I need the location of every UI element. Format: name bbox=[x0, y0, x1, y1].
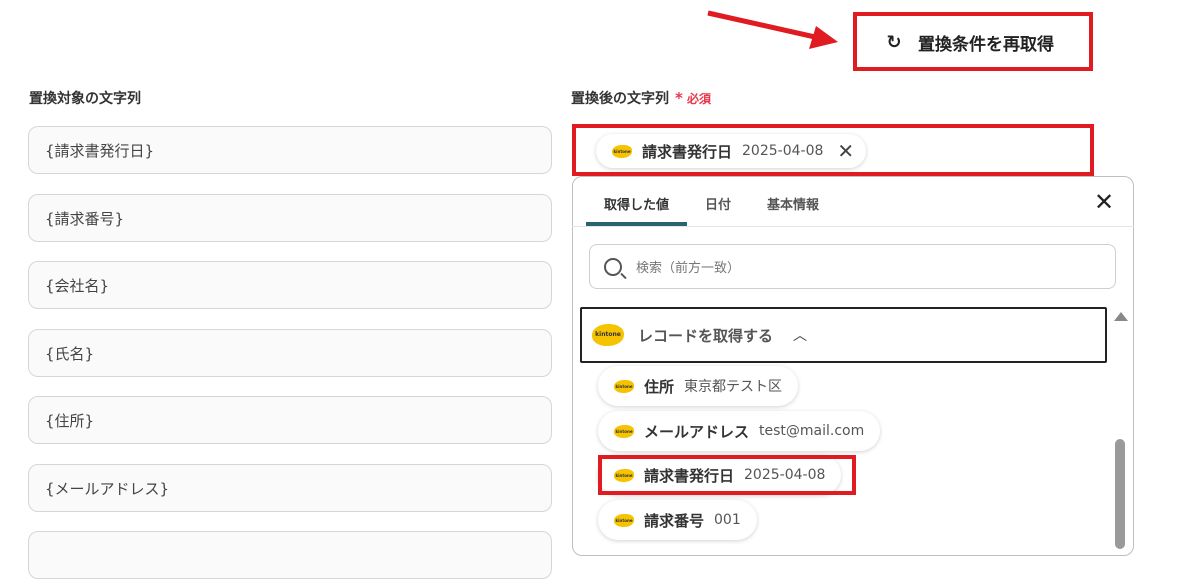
kintone-icon: kintone bbox=[614, 513, 634, 527]
search-input[interactable]: 検索（前方一致） bbox=[589, 244, 1116, 289]
field-value: {会社名} bbox=[45, 276, 110, 295]
replace-source-field[interactable]: {請求書発行日} bbox=[28, 126, 552, 174]
chip-value: 2025-04-08 bbox=[742, 143, 824, 159]
field-value: {氏名} bbox=[45, 344, 95, 363]
kintone-icon: kintone bbox=[614, 424, 634, 438]
kintone-icon: kintone bbox=[612, 144, 632, 158]
remove-chip-icon[interactable]: ✕ bbox=[837, 139, 854, 163]
field-value: {メールアドレス} bbox=[45, 479, 170, 498]
item-highlight bbox=[598, 455, 856, 495]
search-placeholder: 検索（前方一致） bbox=[636, 261, 741, 276]
replace-source-field[interactable]: {請求番号} bbox=[28, 194, 552, 242]
scroll-up-arrow[interactable] bbox=[1114, 312, 1128, 321]
item-name: メールアドレス bbox=[644, 422, 750, 441]
item-value: 001 bbox=[714, 512, 741, 528]
field-value: {請求番号} bbox=[45, 209, 125, 228]
picker-tabs: 取得した値 日付 基本情報 bbox=[586, 186, 837, 226]
tab-basic-info[interactable]: 基本情報 bbox=[749, 186, 837, 226]
list-item[interactable]: kintone メールアドレス test@mail.com bbox=[598, 411, 881, 451]
scrollbar-thumb[interactable] bbox=[1115, 439, 1125, 549]
arrow-head-refetch bbox=[809, 26, 838, 49]
search-icon bbox=[604, 257, 622, 276]
kintone-icon: kintone bbox=[592, 324, 624, 346]
required-text: 必須 bbox=[687, 92, 712, 106]
item-value: test@mail.com bbox=[759, 423, 865, 439]
tab-divider bbox=[572, 226, 1134, 227]
refresh-icon: ↻ bbox=[886, 32, 902, 53]
field-value: {住所} bbox=[45, 411, 95, 430]
group-title: レコードを取得する bbox=[638, 326, 774, 345]
item-name: 請求番号 bbox=[644, 511, 705, 530]
tab-fetched-values[interactable]: 取得した値 bbox=[586, 186, 688, 226]
field-value: {請求書発行日} bbox=[45, 141, 155, 160]
close-icon[interactable]: ✕ bbox=[1094, 188, 1114, 216]
required-badge: * 必須 bbox=[675, 89, 712, 107]
left-section-label: 置換対象の文字列 bbox=[29, 91, 141, 107]
replace-source-field[interactable]: {会社名} bbox=[28, 261, 552, 309]
right-section-label-text: 置換後の文字列 bbox=[571, 91, 669, 107]
kintone-icon: kintone bbox=[614, 379, 634, 393]
right-section-label: 置換後の文字列 * 必須 bbox=[571, 88, 711, 108]
arrow-to-refetch bbox=[707, 10, 816, 40]
refetch-button[interactable]: ↻ 置換条件を再取得 bbox=[862, 20, 1088, 65]
replace-source-field[interactable]: {住所} bbox=[28, 396, 552, 444]
replace-source-field[interactable]: {メールアドレス} bbox=[28, 464, 552, 512]
record-group-header[interactable]: kintone レコードを取得する ︿ bbox=[580, 307, 1107, 363]
item-value: 東京都テスト区 bbox=[684, 379, 783, 395]
selected-value-chip[interactable]: kintone 請求書発行日 2025-04-08 ✕ bbox=[596, 134, 867, 168]
refetch-label: 置換条件を再取得 bbox=[918, 35, 1054, 55]
chevron-up-icon: ︿ bbox=[793, 328, 808, 344]
replace-source-field[interactable] bbox=[28, 531, 552, 579]
tab-date[interactable]: 日付 bbox=[687, 186, 749, 226]
list-item[interactable]: kintone 請求番号 001 bbox=[598, 500, 757, 540]
replace-source-field[interactable]: {氏名} bbox=[28, 329, 552, 377]
item-name: 住所 bbox=[644, 377, 675, 396]
list-item[interactable]: kintone 住所 東京都テスト区 bbox=[598, 366, 799, 406]
chip-name: 請求書発行日 bbox=[642, 142, 733, 161]
